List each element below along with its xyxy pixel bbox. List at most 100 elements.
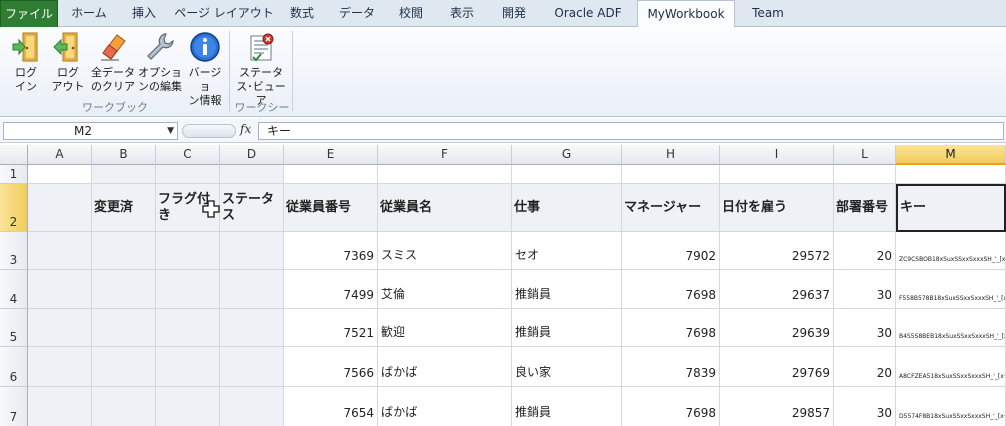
column-header-d[interactable]: D xyxy=(220,145,284,165)
cell[interactable] xyxy=(92,387,156,426)
column-header-m[interactable]: M xyxy=(896,145,1006,165)
cell[interactable] xyxy=(92,165,156,184)
cell[interactable]: 30 xyxy=(834,270,896,309)
edit-options-button[interactable]: オプショ ンの編集 xyxy=(138,31,182,94)
cell[interactable]: 20 xyxy=(834,347,896,387)
cell[interactable] xyxy=(622,165,720,184)
cell[interactable] xyxy=(220,309,284,347)
chevron-down-icon[interactable]: ▼ xyxy=(167,123,174,139)
tab-review[interactable]: 校閲 xyxy=(390,0,432,27)
cell[interactable] xyxy=(28,347,92,387)
column-header-a[interactable]: A xyxy=(28,145,92,165)
cell[interactable] xyxy=(220,232,284,270)
cell[interactable]: 7566 xyxy=(284,347,378,387)
cell[interactable]: 推銷員 xyxy=(512,309,622,347)
cell[interactable]: 歓迎 xyxy=(378,309,512,347)
column-header-b[interactable]: B xyxy=(92,145,156,165)
cell[interactable] xyxy=(28,165,92,184)
cell[interactable]: スミス xyxy=(378,232,512,270)
cell[interactable] xyxy=(156,232,220,270)
cell[interactable]: 艾倫 xyxy=(378,270,512,309)
cell[interactable]: ばかば xyxy=(378,387,512,426)
row-header-7[interactable]: 7 xyxy=(0,387,28,426)
cell[interactable]: 7521 xyxy=(284,309,378,347)
cell[interactable] xyxy=(378,165,512,184)
cell[interactable] xyxy=(28,270,92,309)
tab-page-layout[interactable]: ページ レイアウト xyxy=(174,0,274,27)
column-header-i[interactable]: I xyxy=(720,145,834,165)
header-cell-key[interactable]: キー xyxy=(896,184,1006,232)
cell[interactable] xyxy=(220,270,284,309)
cell[interactable] xyxy=(220,387,284,426)
row-header-1[interactable]: 1 xyxy=(0,165,28,184)
header-cell-employee-name[interactable]: 従業員名 xyxy=(378,184,512,232)
cell[interactable]: 7839 xyxy=(622,347,720,387)
cell[interactable] xyxy=(896,165,1006,184)
tab-myworkbook[interactable]: MyWorkbook xyxy=(637,0,735,28)
formula-bar-resize-handle[interactable] xyxy=(182,124,236,138)
cell[interactable]: 30 xyxy=(834,387,896,426)
cell[interactable]: 推銷員 xyxy=(512,387,622,426)
name-box[interactable]: M2 ▼ xyxy=(3,122,178,140)
cell[interactable]: 29769 xyxy=(720,347,834,387)
cell[interactable]: D5574F8B18xSuxSSxxSxxxSH_'_[x+S.9xSx xyxy=(896,387,1006,426)
cell[interactable]: F558B578B18xSuxSSxxSxxxSH_'_[x+S.9xSx xyxy=(896,270,1006,309)
cell[interactable]: 推銷員 xyxy=(512,270,622,309)
cell[interactable] xyxy=(512,165,622,184)
cell[interactable] xyxy=(156,309,220,347)
cell[interactable]: 20 xyxy=(834,232,896,270)
row-header-5[interactable]: 5 xyxy=(0,309,28,347)
cell[interactable]: A8CFZEA518xSuxSSxxSxxxSH_'_[x+S.9xSx xyxy=(896,347,1006,387)
cell[interactable] xyxy=(156,347,220,387)
formula-input[interactable]: キー xyxy=(258,122,1004,140)
cell[interactable]: ZC9CSBOB18xSuxSSxxSxxxSH_'_[x+S.9xSx xyxy=(896,232,1006,270)
cell[interactable]: 7698 xyxy=(622,387,720,426)
cell[interactable]: 29857 xyxy=(720,387,834,426)
cell[interactable] xyxy=(220,165,284,184)
tab-insert[interactable]: 挿入 xyxy=(120,0,168,27)
cell[interactable] xyxy=(92,232,156,270)
insert-function-icon[interactable]: fx xyxy=(240,122,251,136)
row-header-4[interactable]: 4 xyxy=(0,270,28,309)
cell[interactable]: 29572 xyxy=(720,232,834,270)
cell[interactable]: B4S5S8BEB18xSuxSSxxSxxxSH_'_[x+S.9xSx xyxy=(896,309,1006,347)
cell[interactable] xyxy=(284,165,378,184)
cell[interactable] xyxy=(28,309,92,347)
tab-data[interactable]: データ xyxy=(330,0,384,27)
cell[interactable] xyxy=(92,309,156,347)
header-cell-modified[interactable]: 変更済 xyxy=(92,184,156,232)
cell[interactable]: 7698 xyxy=(622,270,720,309)
cell[interactable]: 29637 xyxy=(720,270,834,309)
tab-oracle-adf[interactable]: Oracle ADF xyxy=(544,0,632,27)
logout-button[interactable]: ログ アウト xyxy=(48,31,88,94)
tab-formulas[interactable]: 数式 xyxy=(280,0,324,27)
header-cell-job[interactable]: 仕事 xyxy=(512,184,622,232)
version-info-button[interactable]: バージョ ン情報 xyxy=(184,31,226,108)
cell[interactable] xyxy=(834,165,896,184)
column-header-l[interactable]: L xyxy=(834,145,896,165)
header-cell-status[interactable]: ステータス xyxy=(220,184,284,232)
cell[interactable]: 7654 xyxy=(284,387,378,426)
cell[interactable]: 29639 xyxy=(720,309,834,347)
cell[interactable]: 7499 xyxy=(284,270,378,309)
header-cell-employee-number[interactable]: 従業員番号 xyxy=(284,184,378,232)
cell[interactable] xyxy=(28,184,92,232)
column-header-e[interactable]: E xyxy=(284,145,378,165)
column-header-c[interactable]: C xyxy=(156,145,220,165)
tab-file[interactable]: ファイル xyxy=(0,0,58,27)
cell[interactable] xyxy=(92,347,156,387)
row-header-3[interactable]: 3 xyxy=(0,232,28,270)
cell[interactable] xyxy=(92,270,156,309)
cell[interactable]: 30 xyxy=(834,309,896,347)
tab-view[interactable]: 表示 xyxy=(440,0,484,27)
cell[interactable] xyxy=(156,270,220,309)
header-cell-department-number[interactable]: 部署番号 xyxy=(834,184,896,232)
tab-team[interactable]: Team xyxy=(741,0,795,27)
cell[interactable]: 良い家 xyxy=(512,347,622,387)
cell[interactable]: ばかば xyxy=(378,347,512,387)
login-button[interactable]: ログ イン xyxy=(6,31,46,94)
row-header-6[interactable]: 6 xyxy=(0,347,28,387)
cell[interactable]: 7369 xyxy=(284,232,378,270)
cell[interactable] xyxy=(28,232,92,270)
header-cell-hire-date[interactable]: 日付を雇う xyxy=(720,184,834,232)
